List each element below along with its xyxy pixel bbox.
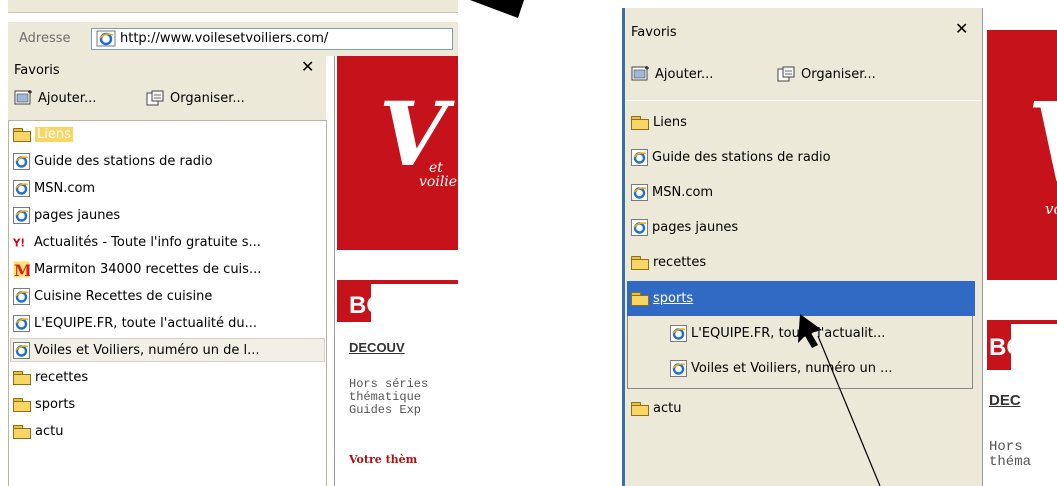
cursor-arrow-icon xyxy=(798,314,822,348)
pointer-arrow-icon xyxy=(470,0,524,18)
annotation-overlay xyxy=(470,0,881,486)
annotation-line xyxy=(817,335,881,486)
